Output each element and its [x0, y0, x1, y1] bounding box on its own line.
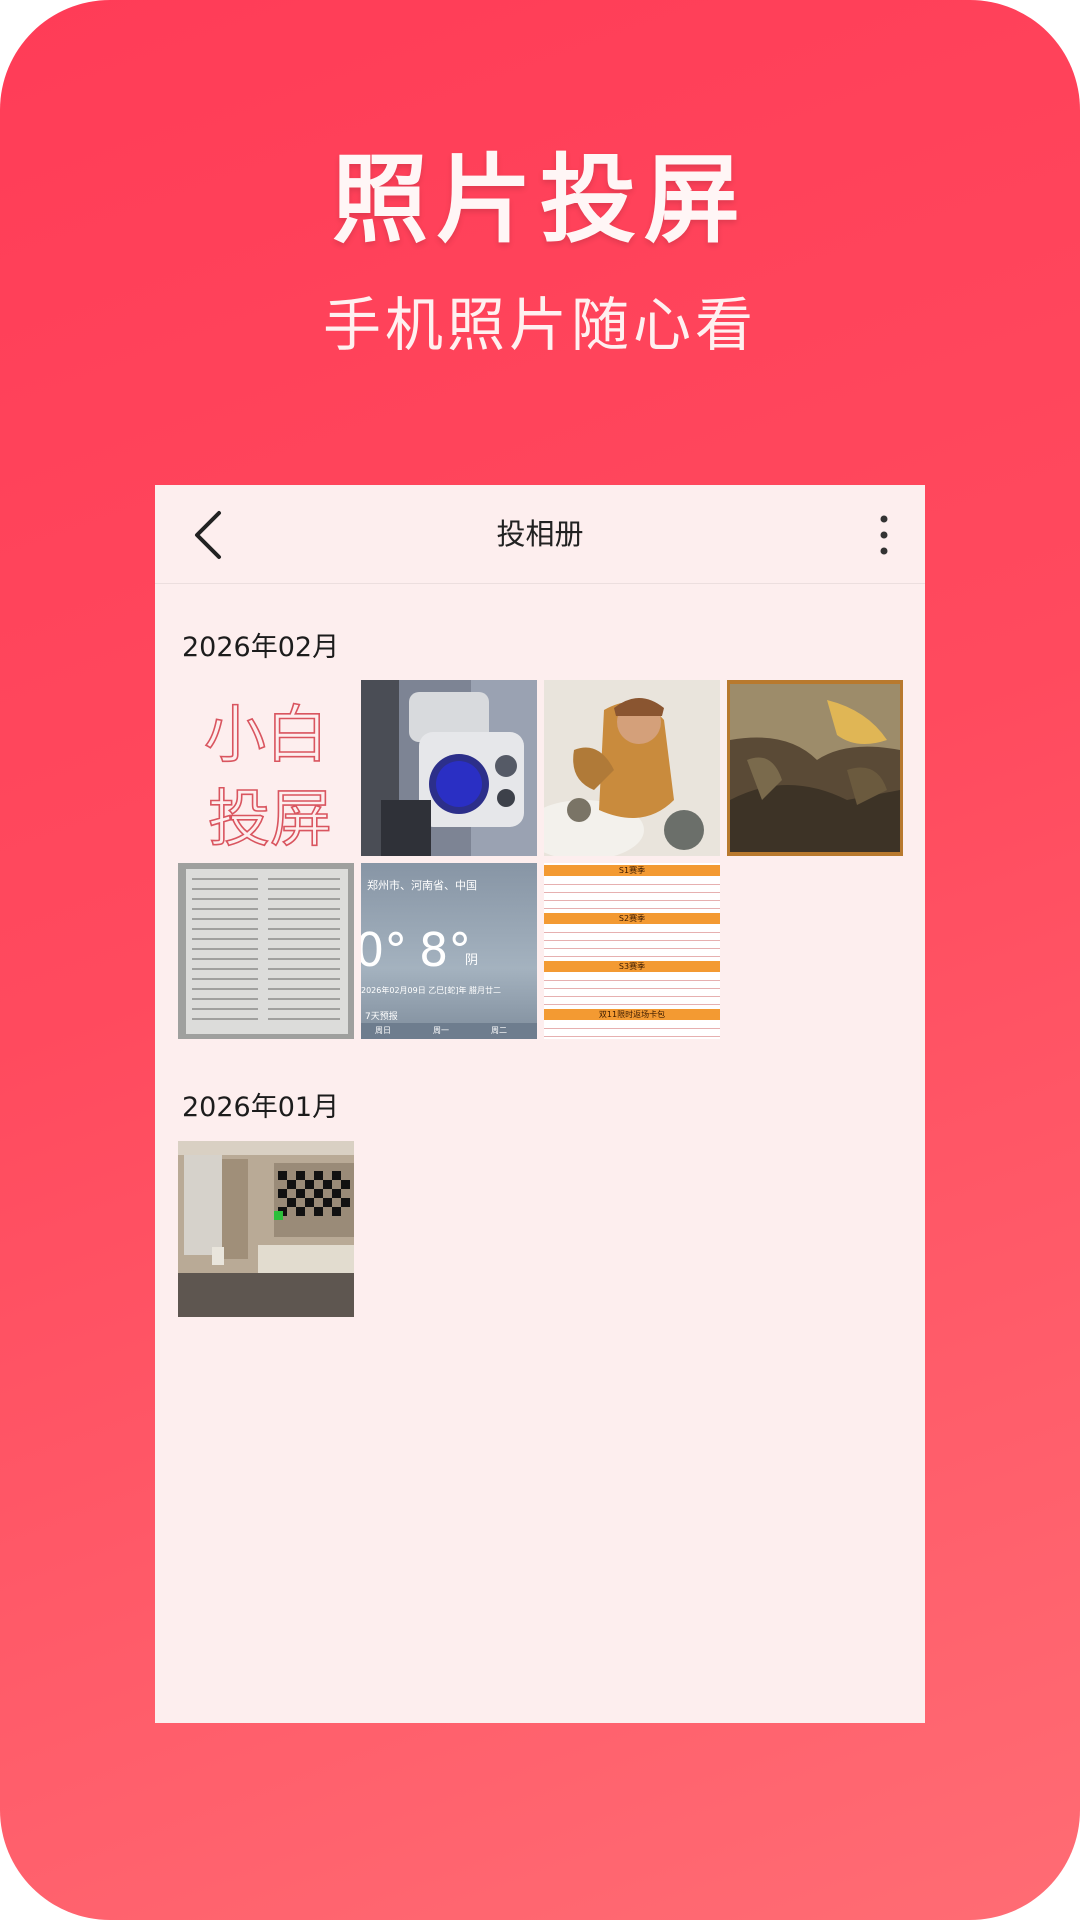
album-date-label: 2026年02月 [182, 632, 340, 663]
phone-screen: 投相册 2026年02月 小白 投屏 郑州市、河南省、中国 0° 8° 阴 20… [155, 485, 925, 1723]
weather-date-line: 2026年02月09日 乙巳[蛇]年 腊月廿二 [361, 986, 502, 995]
photo-thumbnail[interactable] [178, 863, 354, 1039]
weather-forecast: 7天预报 [365, 1012, 398, 1022]
page-title: 投相册 [496, 517, 584, 551]
promo-background: 照片投屏 手机照片随心看 投相册 2026年02月 小白 投屏 郑州市、河南省、… [0, 0, 1080, 1920]
schedule-row: 双11限时返场卡包 [544, 1009, 720, 1020]
photo-thumbnail[interactable] [544, 680, 720, 856]
schedule-row: S2赛季 [544, 913, 720, 924]
album-date-label: 2026年01月 [182, 1092, 340, 1123]
photo-thumbnail[interactable]: 郑州市、河南省、中国 0° 8° 阴 2026年02月09日 乙巳[蛇]年 腊月… [361, 863, 537, 1039]
photo-thumbnail[interactable] [361, 680, 537, 856]
promo-headline: 照片投屏 [332, 144, 748, 256]
promo-subhead: 手机照片随心看 [322, 291, 757, 359]
handwriting-line-1: 小白 [204, 698, 328, 771]
weather-day: 周一 [433, 1026, 449, 1035]
weather-temp-left: 0° [361, 923, 408, 977]
schedule-row: S1赛季 [544, 865, 720, 876]
weather-temp-right: 8° [419, 923, 472, 977]
photo-thumbnail[interactable]: 小白 投屏 [178, 680, 354, 856]
weather-city: 郑州市、河南省、中国 [367, 879, 477, 892]
photo-thumbnail[interactable] [178, 1141, 354, 1317]
weather-day: 周日 [375, 1026, 391, 1035]
handwriting-line-2: 投屏 [208, 782, 332, 855]
photo-thumbnail[interactable] [727, 680, 903, 856]
photo-thumbnail[interactable]: S1赛季 S2赛季 S3赛季 双11限时返场卡包 [544, 863, 720, 1039]
schedule-row: S3赛季 [544, 961, 720, 972]
more-options-button[interactable] [869, 507, 899, 563]
weather-condition: 阴 [465, 953, 479, 968]
weather-day: 周二 [491, 1026, 507, 1035]
more-vertical-icon [880, 515, 888, 555]
top-app-bar: 投相册 [155, 485, 925, 584]
